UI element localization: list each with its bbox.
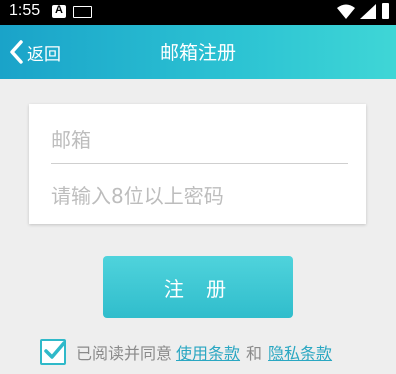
agreement-row: 已阅读并同意 使用条款 和 隐私条款 — [40, 337, 332, 367]
password-field[interactable] — [51, 176, 348, 216]
keyboard-icon — [73, 6, 92, 18]
signal-icon — [360, 4, 376, 23]
register-button[interactable]: 注 册 — [103, 256, 293, 318]
form-card — [29, 104, 366, 224]
wifi-icon — [337, 4, 355, 23]
page-title: 邮箱注册 — [159, 42, 236, 64]
app-bar: 返回 邮箱注册 — [0, 25, 396, 79]
checkmark-icon — [44, 341, 66, 359]
notification-a-icon — [52, 4, 66, 18]
privacy-link[interactable]: 隐私条款 — [268, 340, 332, 364]
terms-link[interactable]: 使用条款 — [176, 340, 240, 364]
agreement-prefix: 已阅读并同意 — [76, 344, 173, 363]
email-field[interactable] — [51, 120, 348, 160]
field-divider — [51, 163, 348, 164]
status-time: 1:55 — [9, 2, 41, 19]
agreement-conjunction: 和 — [246, 344, 263, 363]
status-bar: 1:55 — [0, 0, 396, 25]
battery-icon — [382, 3, 389, 19]
agree-checkbox[interactable] — [40, 339, 66, 365]
